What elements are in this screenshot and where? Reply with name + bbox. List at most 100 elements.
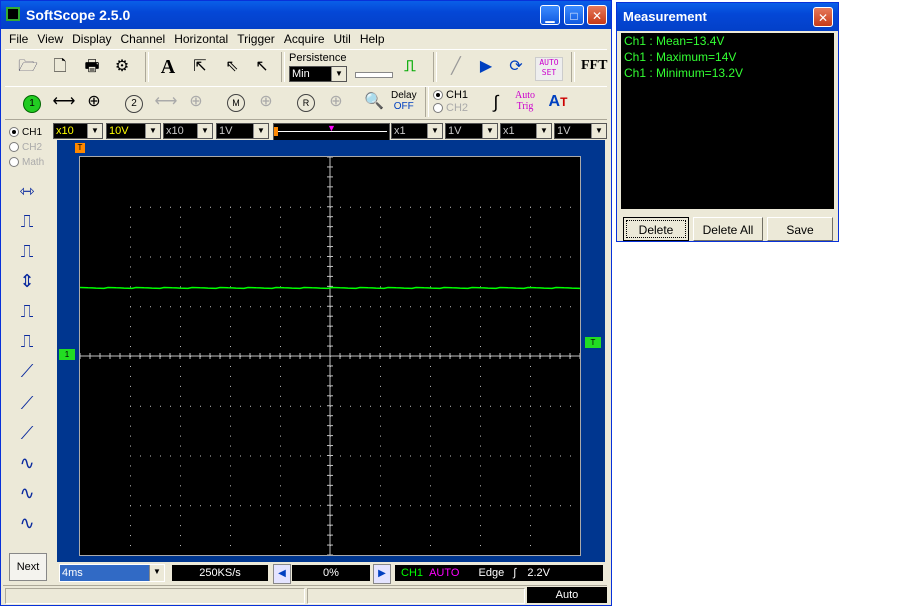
sine-wave3-icon[interactable]: ∿: [13, 509, 41, 537]
maximize-button[interactable]: □: [564, 5, 584, 25]
cursor-both-icon[interactable]: ⇿: [13, 177, 41, 205]
grid-dot: [140, 256, 141, 258]
ref-icon[interactable]: R: [293, 89, 319, 115]
ch2-icon[interactable]: 2: [121, 89, 147, 115]
measurement-maximum[interactable]: Ch1 : Maximum=14V: [624, 49, 834, 65]
trigger-level-marker[interactable]: T: [585, 337, 601, 348]
grid-dot: [380, 266, 381, 268]
ch1-scale-icon[interactable]: ⟷: [51, 89, 77, 115]
menu-trigger[interactable]: Trigger: [233, 29, 280, 46]
measurement-mean[interactable]: Ch1 : Mean=13.4V: [624, 33, 834, 49]
pulse-icon[interactable]: ⎍: [397, 54, 423, 80]
grid-dot: [280, 375, 281, 377]
menu-help[interactable]: Help: [356, 29, 390, 46]
rise-edge2-icon[interactable]: ⟋: [13, 389, 41, 417]
menu-display[interactable]: Display: [68, 29, 116, 46]
side-ch1-radio[interactable]: CH1: [9, 125, 44, 140]
print-icon[interactable]: 🖶: [79, 54, 105, 80]
cursor-pulse2-icon[interactable]: ⎍: [13, 327, 41, 355]
close-button[interactable]: ✕: [587, 5, 607, 25]
next-button[interactable]: Next: [9, 553, 47, 581]
rise-edge-icon[interactable]: ⟋: [13, 357, 41, 385]
ch2-zoom-icon[interactable]: ⊕: [183, 89, 209, 115]
toolbar-top: 🗁 🗋 🖶 ⚙ A ⇱ ⇖ ↖ Persistence Min ▼ ⎍ ╱ ▶ ⟳…: [5, 49, 607, 87]
ref-zoom-icon[interactable]: ⊕: [323, 89, 349, 115]
ch2-scale-icon[interactable]: ⟷: [153, 89, 179, 115]
sine-wave-icon[interactable]: ∿: [13, 449, 41, 477]
grid-dot: [570, 455, 571, 457]
ch2-probe-select[interactable]: x10 ▼: [163, 123, 213, 139]
play-icon[interactable]: ▶: [473, 54, 499, 80]
cursor-vertical-icon[interactable]: ⎍: [13, 207, 41, 235]
trigger-ch1-radio[interactable]: CH1: [433, 89, 468, 102]
position-right-button[interactable]: ▶: [373, 564, 391, 584]
menu-file[interactable]: File: [5, 29, 33, 46]
grid-dot: [350, 306, 351, 308]
delay-button[interactable]: Delay OFF: [391, 90, 417, 112]
ch1-probe-select[interactable]: x10 ▼: [53, 123, 103, 139]
persistence-select[interactable]: Min ▼: [289, 66, 347, 82]
refresh-icon[interactable]: ⟳: [503, 54, 529, 80]
open-icon[interactable]: 🗁: [15, 54, 41, 80]
text-tool-icon[interactable]: A: [155, 54, 181, 80]
grid-dot: [530, 365, 531, 367]
menu-horizontal[interactable]: Horizontal: [170, 29, 233, 46]
ref-volts-select[interactable]: 1V ▼: [554, 123, 607, 139]
sine-wave2-icon[interactable]: ∿: [13, 479, 41, 507]
measurement-title-bar[interactable]: Measurement ✕: [617, 3, 838, 31]
line-tool-icon[interactable]: ╱: [443, 54, 469, 80]
fft-button[interactable]: FFT: [581, 58, 607, 74]
delete-all-button[interactable]: Delete All: [693, 217, 763, 241]
position-left-button[interactable]: ◀: [273, 564, 291, 584]
edge-slope-icon[interactable]: ∫: [483, 89, 509, 115]
menu-util[interactable]: Util: [330, 29, 356, 46]
fall-edge-icon[interactable]: ⟋: [13, 419, 41, 447]
grid-dot: [180, 405, 181, 407]
ch1-zoom-icon[interactable]: ⊕: [81, 89, 107, 115]
cursor-vertical2-icon[interactable]: ⎍: [13, 237, 41, 265]
timebase-select[interactable]: 4ms ▼: [59, 564, 165, 582]
pointer-icon[interactable]: ↖: [249, 54, 275, 80]
measurement-close-button[interactable]: ✕: [813, 7, 833, 27]
ref-probe-select[interactable]: x1 ▼: [500, 123, 552, 139]
math-volts-select[interactable]: 1V ▼: [445, 123, 498, 139]
math-zoom-icon[interactable]: ⊕: [253, 89, 279, 115]
persistence-slider[interactable]: [355, 72, 393, 78]
menu-acquire[interactable]: Acquire: [280, 29, 330, 46]
minimize-button[interactable]: ▁: [540, 5, 560, 25]
math-probe-select[interactable]: x1 ▼: [391, 123, 443, 139]
grid-dot: [150, 505, 151, 507]
ch1-icon[interactable]: 1: [19, 89, 45, 115]
side-math-radio[interactable]: Math: [9, 155, 44, 170]
ch1-volts-select[interactable]: 10V ▼: [106, 123, 161, 139]
grid-dot: [480, 276, 481, 278]
measurement-minimum[interactable]: Ch1 : Minimum=13.2V: [624, 65, 834, 81]
grid-dot: [430, 445, 431, 447]
save-button[interactable]: Save: [767, 217, 833, 241]
time-position-slider[interactable]: ▼: [273, 123, 390, 141]
preview-icon[interactable]: 🗋: [47, 54, 73, 80]
grid-dot: [380, 405, 381, 407]
grid-dot: [460, 306, 461, 308]
scope-screen[interactable]: [79, 156, 581, 556]
delete-button[interactable]: Delete: [623, 217, 689, 241]
math-icon[interactable]: M: [223, 89, 249, 115]
side-ch2-radio[interactable]: CH2: [9, 140, 44, 155]
grid-dot: [380, 465, 381, 467]
trigger-level-icon[interactable]: AT: [545, 89, 571, 115]
auto-trig-button[interactable]: Auto Trig: [515, 90, 535, 112]
ch1-level-marker[interactable]: 1: [59, 349, 75, 360]
menu-view[interactable]: View: [33, 29, 68, 46]
title-bar[interactable]: SoftScope 2.5.0 ▁ □ ✕: [1, 1, 611, 29]
cursor-pulse-icon[interactable]: ⎍: [13, 297, 41, 325]
autoset-button[interactable]: AUTO SET: [535, 57, 563, 81]
settings-icon[interactable]: ⚙: [109, 54, 135, 80]
trigger-ch2-radio[interactable]: CH2: [433, 102, 468, 115]
cursor-cross-icon[interactable]: ⇱: [187, 54, 213, 80]
ch2-volts-select[interactable]: 1V ▼: [216, 123, 269, 139]
menu-channel[interactable]: Channel: [117, 29, 171, 46]
cursor-select-icon[interactable]: ⇖: [219, 54, 245, 80]
cursor-updown-icon[interactable]: ⇕: [13, 267, 41, 295]
delay-zoom-icon[interactable]: 🔍: [361, 89, 387, 115]
grid-dot: [180, 246, 181, 248]
